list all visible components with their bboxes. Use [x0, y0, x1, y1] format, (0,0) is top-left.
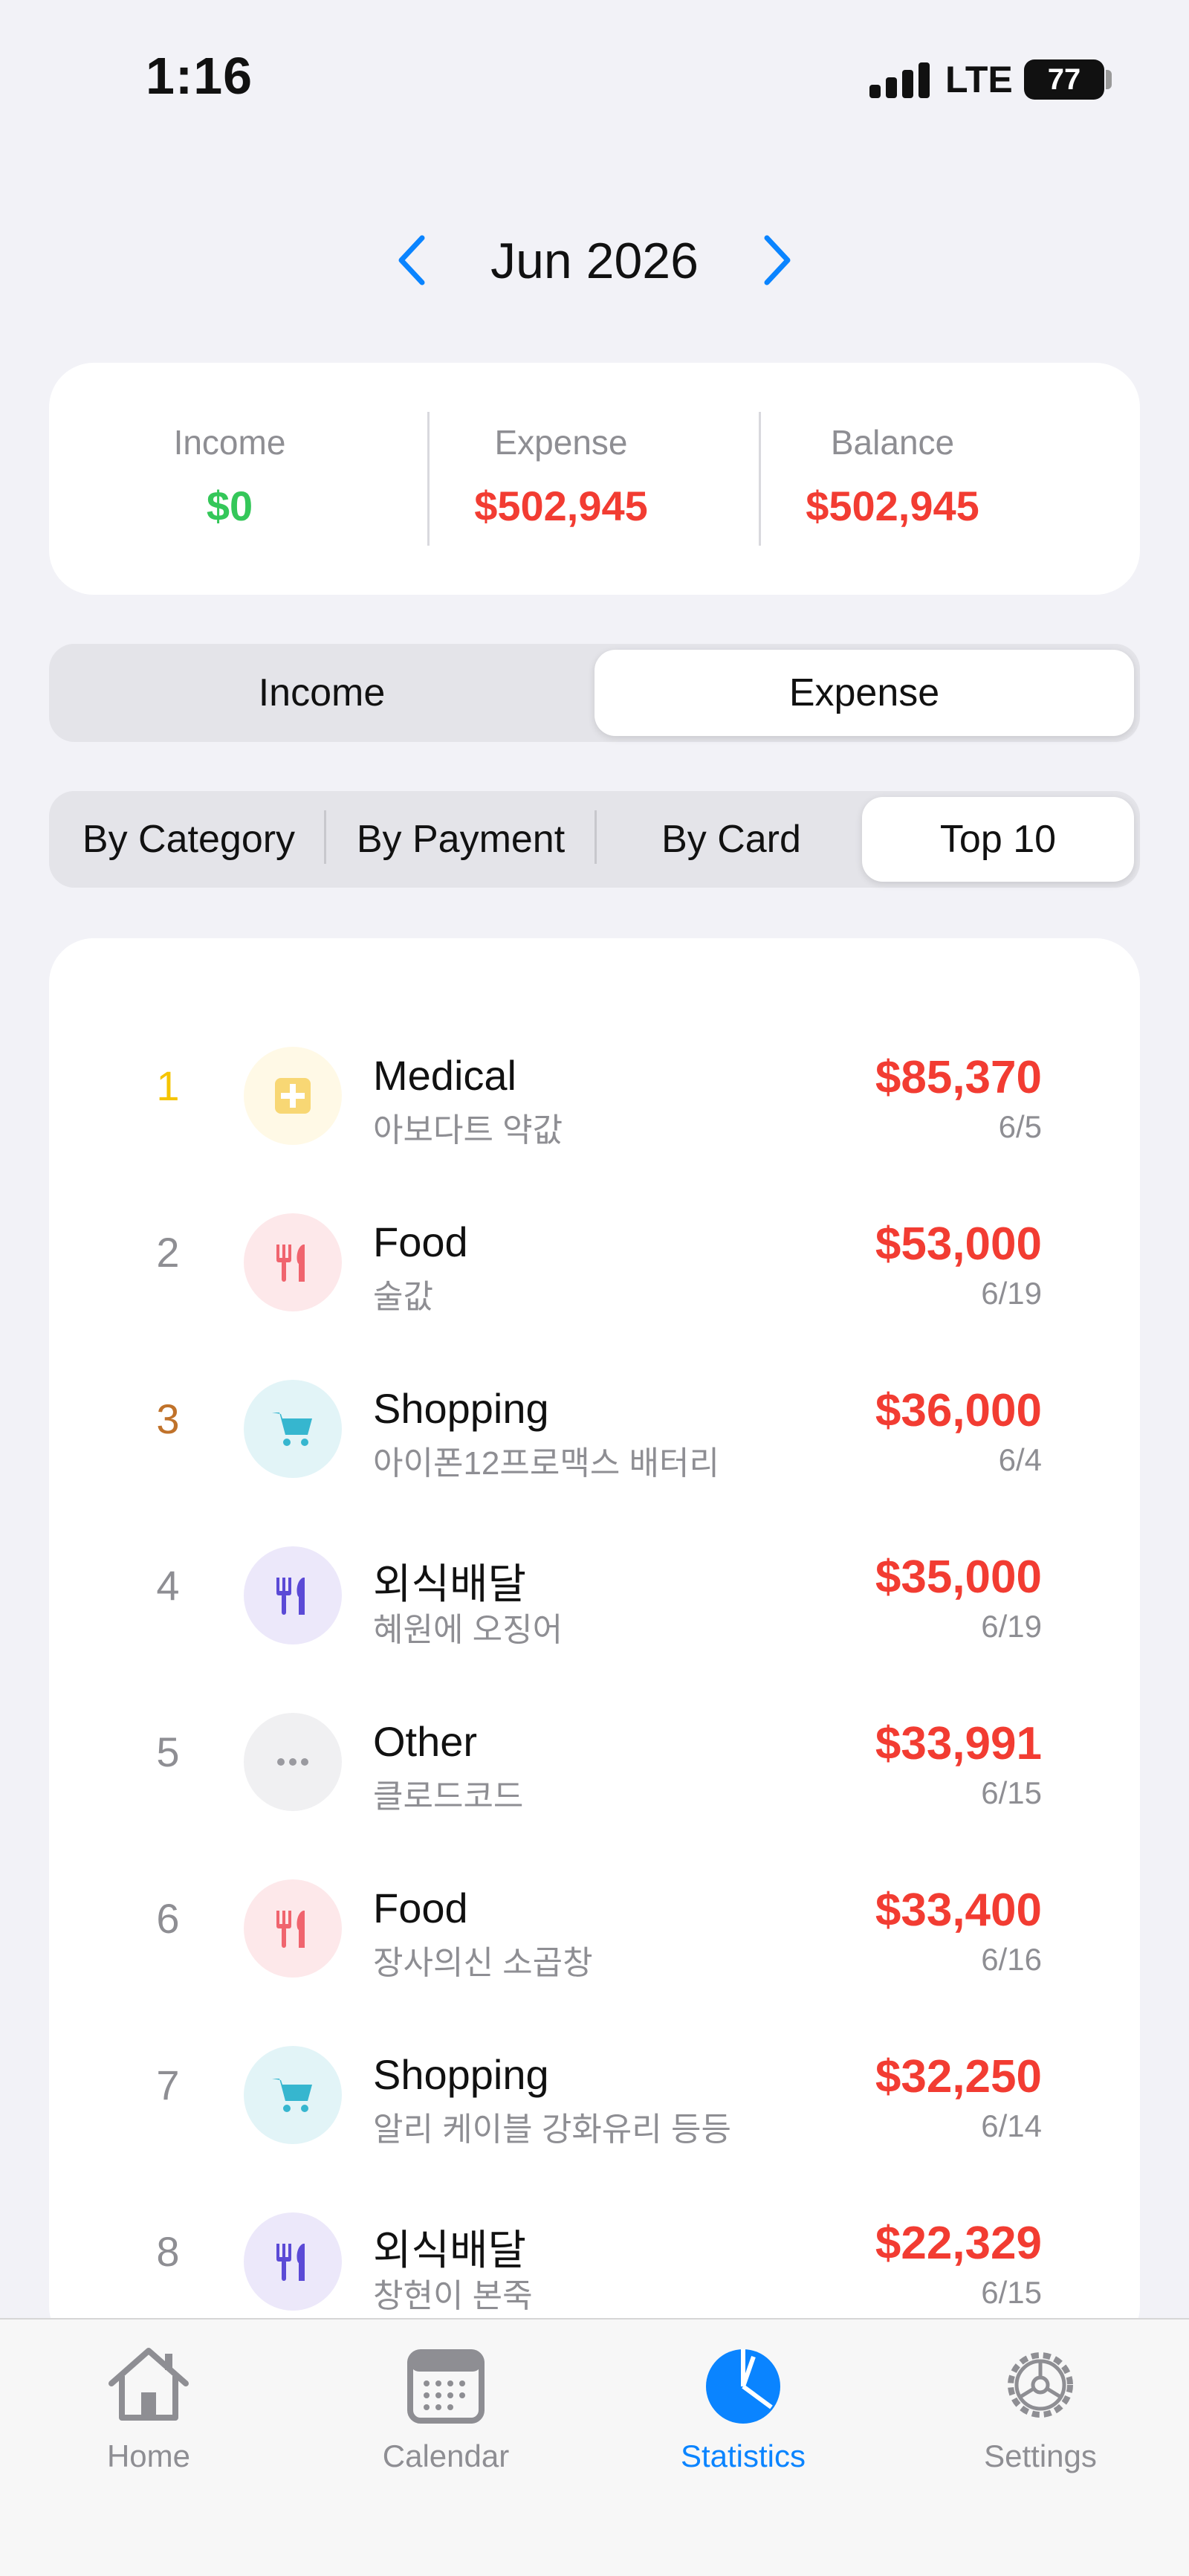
- fork-knife-icon: [244, 1213, 342, 1311]
- segment-expense[interactable]: Expense: [594, 650, 1134, 736]
- memo-text: 아이폰12프로맥스 배터리: [373, 1445, 719, 1482]
- rank-number: 4: [156, 1562, 180, 1609]
- gear-icon: [1008, 2352, 1073, 2418]
- battery-cap: [1106, 70, 1112, 89]
- list-item[interactable]: 6 Food 장사의신 소곱창 $33,400 6/16: [49, 1845, 1140, 2012]
- rank-number: 7: [156, 2062, 180, 2108]
- date: 6/4: [998, 1442, 1042, 1477]
- category-name: Shopping: [373, 2051, 549, 2098]
- balance-label: Balance: [830, 423, 955, 462]
- segment-income[interactable]: Income: [55, 650, 589, 736]
- date: 6/5: [998, 1109, 1042, 1144]
- segment-separator: [324, 810, 326, 864]
- expense-label: Expense: [494, 423, 628, 462]
- tab-label: Calendar: [382, 2438, 510, 2473]
- cart-icon: [244, 1380, 342, 1478]
- list-item[interactable]: 2 Food 술값 $53,000 6/19: [49, 1179, 1140, 1346]
- battery-icon: 77: [1024, 59, 1104, 100]
- income-summary: Income $0: [64, 363, 395, 595]
- month-title: Jun 2026: [490, 233, 699, 289]
- tab-label: Statistics: [680, 2438, 806, 2473]
- ellipsis-icon: [244, 1713, 342, 1811]
- network-label: LTE: [945, 59, 1013, 100]
- calendar-icon: [407, 2349, 485, 2424]
- balance-value: $502,945: [806, 482, 979, 529]
- house-icon: [108, 2348, 189, 2421]
- memo-text: 클로드코드: [373, 1778, 524, 1815]
- rank-number: 8: [156, 2228, 180, 2275]
- tab-bar: Home Calendar Statistics Settings: [0, 2318, 1189, 2576]
- rank-number: 6: [156, 1895, 180, 1942]
- category-name: Medical: [373, 1052, 516, 1099]
- income-value: $0: [206, 482, 253, 529]
- memo-text: 장사의신 소곱창: [373, 1945, 593, 1981]
- status-time: 1:16: [146, 47, 253, 105]
- segment-top-10[interactable]: Top 10: [862, 797, 1134, 882]
- date: 6/19: [981, 1609, 1042, 1644]
- memo-text: 창현이 본죽: [373, 2278, 533, 2314]
- cart-icon: [244, 2046, 342, 2144]
- top-expense-list: 1 Medical 아보다트 약값 $85,370 6/5 2 Food 술값 …: [49, 938, 1140, 2351]
- category-name: Other: [373, 1718, 478, 1765]
- tab-label: Settings: [984, 2438, 1097, 2473]
- balance-summary: Balance $502,945: [727, 363, 1058, 595]
- amount: $32,250: [875, 2051, 1042, 2102]
- amount: $33,400: [875, 1885, 1042, 1936]
- list-item[interactable]: 1 Medical 아보다트 약값 $85,370 6/5: [49, 1013, 1140, 1179]
- tab-calendar[interactable]: Calendar: [297, 2330, 594, 2493]
- category-name: 외식배달: [373, 2227, 527, 2273]
- amount: $36,000: [875, 1385, 1042, 1436]
- category-name: Food: [373, 1885, 468, 1931]
- tab-statistics[interactable]: Statistics: [594, 2330, 892, 2493]
- rank-number: 2: [156, 1229, 180, 1276]
- rank-number: 3: [156, 1395, 180, 1442]
- date: 6/14: [981, 2108, 1042, 2143]
- date: 6/15: [981, 2275, 1042, 2310]
- expense-summary: Expense $502,945: [395, 363, 727, 595]
- amount: $35,000: [875, 1552, 1042, 1603]
- segment-by-category[interactable]: By Category: [55, 797, 323, 882]
- medical-cross-icon: [244, 1047, 342, 1145]
- segment-by-payment[interactable]: By Payment: [327, 797, 594, 882]
- list-item[interactable]: 5 Other 클로드코드 $33,991 6/15: [49, 1679, 1140, 1845]
- list-item[interactable]: 4 외식배달 혜원에 오징어 $35,000 6/19: [49, 1512, 1140, 1679]
- amount: $85,370: [875, 1052, 1042, 1103]
- fork-knife-icon: [244, 1546, 342, 1644]
- segment-separator: [594, 810, 597, 864]
- amount: $33,991: [875, 1718, 1042, 1769]
- memo-text: 혜원에 오징어: [373, 1612, 563, 1648]
- summary-card: Income $0 Expense $502,945 Balance $502,…: [49, 363, 1140, 595]
- memo-text: 아보다트 약값: [373, 1112, 563, 1149]
- category-name: 외식배달: [373, 1560, 527, 1607]
- rank-number: 1: [156, 1062, 180, 1109]
- pie-chart-icon: [706, 2349, 780, 2424]
- category-name: Food: [373, 1218, 468, 1265]
- amount: $22,329: [875, 2218, 1042, 2269]
- rank-number: 5: [156, 1728, 180, 1775]
- amount: $53,000: [875, 1218, 1042, 1270]
- memo-text: 알리 케이블 강화유리 등등: [373, 2111, 731, 2148]
- signal-icon: [869, 62, 932, 98]
- chevron-right-icon[interactable]: [751, 230, 803, 290]
- tab-settings[interactable]: Settings: [892, 2330, 1189, 2493]
- expense-value: $502,945: [474, 482, 648, 529]
- list-item[interactable]: 7 Shopping 알리 케이블 강화유리 등등 $32,250 6/14: [49, 2012, 1140, 2178]
- view-segmented-control: By Category By Payment By Card Top 10: [49, 791, 1140, 888]
- month-navigation: Jun 2026: [0, 216, 1189, 305]
- fork-knife-icon: [244, 2212, 342, 2311]
- list-item[interactable]: 3 Shopping 아이폰12프로맥스 배터리 $36,000 6/4: [49, 1346, 1140, 1512]
- tab-label: Home: [106, 2438, 191, 2473]
- segment-by-card[interactable]: By Card: [597, 797, 865, 882]
- status-bar: 1:16 LTE 77: [0, 0, 1189, 149]
- fork-knife-icon: [244, 1879, 342, 1978]
- date: 6/16: [981, 1942, 1042, 1977]
- type-segmented-control: Income Expense: [49, 644, 1140, 742]
- income-label: Income: [173, 423, 286, 462]
- category-name: Shopping: [373, 1385, 549, 1432]
- date: 6/19: [981, 1276, 1042, 1311]
- memo-text: 술값: [373, 1279, 433, 1315]
- date: 6/15: [981, 1775, 1042, 1810]
- tab-home[interactable]: Home: [0, 2330, 297, 2493]
